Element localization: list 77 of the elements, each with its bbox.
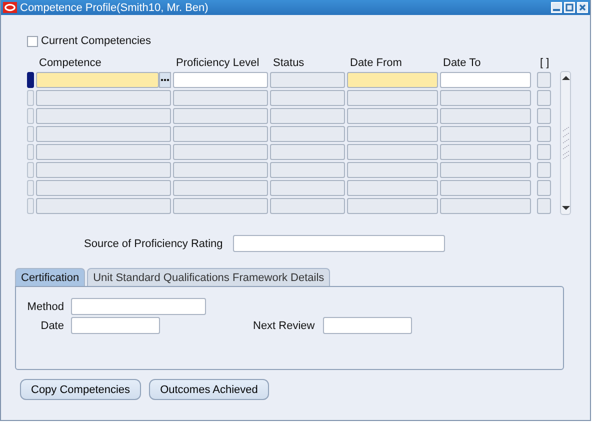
table-cell[interactable]: [440, 126, 531, 142]
close-icon[interactable]: [577, 2, 588, 13]
table-cell[interactable]: [173, 108, 268, 124]
scrollbar[interactable]: [560, 71, 571, 215]
table-cell[interactable]: [36, 72, 159, 88]
table-cell[interactable]: [537, 144, 551, 160]
table-cell[interactable]: [36, 90, 171, 106]
tab[interactable]: Unit Standard Qualifications Framework Details: [87, 268, 330, 286]
column-header: Competence: [38, 57, 102, 69]
minimize-icon[interactable]: [551, 2, 562, 13]
column-header: Date From: [349, 57, 403, 69]
table-cell[interactable]: [36, 108, 171, 124]
action-button[interactable]: Copy Competencies: [20, 379, 142, 400]
table-cell[interactable]: [440, 108, 531, 124]
tab[interactable]: Certification: [15, 268, 86, 286]
table-cell[interactable]: [36, 144, 171, 160]
table-cell[interactable]: [440, 144, 531, 160]
maximize-icon[interactable]: [564, 2, 575, 13]
current-competencies-checkbox[interactable]: [27, 36, 38, 46]
table-cell[interactable]: [36, 180, 171, 196]
table-cell[interactable]: [36, 162, 171, 178]
table-cell[interactable]: [537, 90, 551, 106]
oracle-logo-icon: [3, 2, 17, 13]
table-cell[interactable]: [173, 162, 268, 178]
table-cell[interactable]: [537, 162, 551, 178]
field-label: Method: [26, 300, 64, 312]
table-cell[interactable]: [440, 198, 531, 214]
checkbox-label: Current Competencies: [41, 35, 152, 47]
source-of-proficiency-rating-field[interactable]: [232, 235, 445, 252]
table-cell[interactable]: [270, 126, 345, 142]
table-cell[interactable]: [440, 72, 531, 88]
table-cell[interactable]: [173, 90, 268, 106]
table-cell[interactable]: [173, 72, 268, 88]
table-cell[interactable]: [173, 144, 268, 160]
table-cell[interactable]: [36, 126, 171, 142]
table-cell[interactable]: [347, 144, 438, 160]
list-of-values-button[interactable]: [159, 72, 171, 88]
column-header: [ ]: [539, 57, 550, 69]
table-cell[interactable]: [347, 72, 438, 88]
table-cell[interactable]: [173, 180, 268, 196]
window-title: Competence Profile(Smith10, Mr. Ben): [20, 2, 210, 14]
table-cell[interactable]: [270, 198, 345, 214]
action-button[interactable]: Outcomes Achieved: [149, 379, 269, 400]
table-cell[interactable]: [347, 126, 438, 142]
next-review-field[interactable]: [322, 317, 412, 334]
table-cell[interactable]: [440, 162, 531, 178]
column-header: Proficiency Level: [175, 57, 260, 69]
scroll-down-icon[interactable]: [562, 205, 570, 211]
table-cell[interactable]: [347, 198, 438, 214]
method-field[interactable]: [71, 298, 206, 315]
table-cell[interactable]: [347, 162, 438, 178]
grip-icon[interactable]: [562, 127, 568, 159]
scroll-up-icon[interactable]: [562, 75, 570, 81]
table-cell[interactable]: [537, 180, 551, 196]
field-label: Date: [40, 320, 64, 332]
table-cell[interactable]: [173, 198, 268, 214]
table-cell[interactable]: [440, 90, 531, 106]
table-cell[interactable]: [36, 198, 171, 214]
table-cell[interactable]: [270, 162, 345, 178]
record-indicator[interactable]: [27, 72, 34, 88]
field-label: Source of Proficiency Rating: [84, 238, 223, 250]
table-cell[interactable]: [537, 126, 551, 142]
table-cell[interactable]: [537, 198, 551, 214]
table-cell[interactable]: [270, 90, 345, 106]
table-cell[interactable]: [537, 108, 551, 124]
table-cell[interactable]: [347, 108, 438, 124]
table-cell[interactable]: [270, 108, 345, 124]
column-header: Date To: [442, 57, 482, 69]
table-cell[interactable]: [270, 180, 345, 196]
table-cell[interactable]: [347, 180, 438, 196]
table-cell[interactable]: [440, 180, 531, 196]
field-label: Next Review: [253, 320, 315, 332]
table-cell[interactable]: [173, 126, 268, 142]
date-field[interactable]: [71, 317, 160, 334]
table-cell[interactable]: [270, 144, 345, 160]
column-header: Status: [272, 57, 306, 69]
table-cell[interactable]: [347, 90, 438, 106]
